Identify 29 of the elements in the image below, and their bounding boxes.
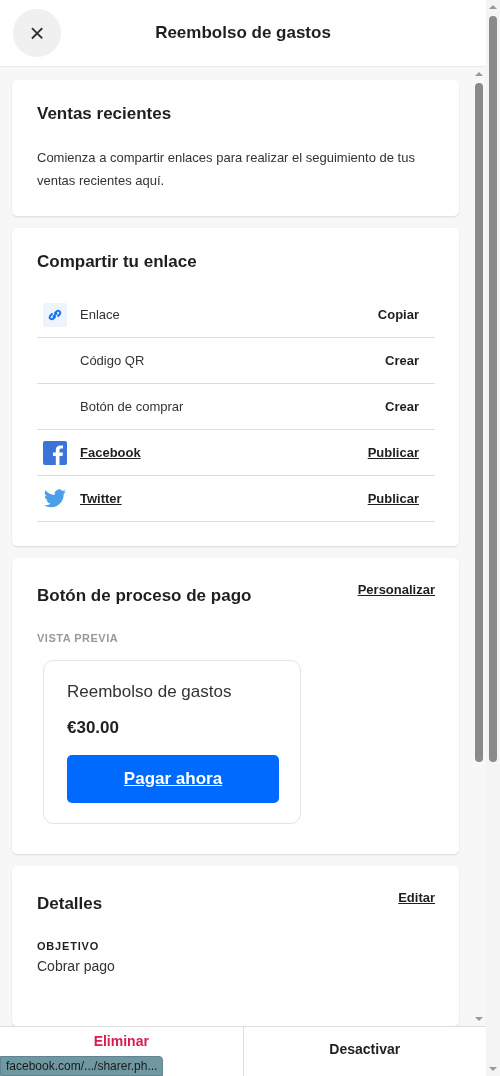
card-title: Botón de proceso de pago <box>37 586 252 606</box>
price: €30.00 <box>67 718 120 738</box>
row-action-link[interactable]: Crear <box>385 399 419 414</box>
row-action-link[interactable]: Publicar <box>367 445 419 460</box>
field-label: OBJETIVO <box>37 940 101 952</box>
edit-link[interactable]: Editar <box>398 890 435 905</box>
row-action-link[interactable]: Publicar <box>367 491 419 506</box>
card-title: Ventas recientes <box>37 104 173 124</box>
row-action-link[interactable]: Copiar <box>377 307 419 322</box>
scrollbar[interactable] <box>486 0 500 1076</box>
customize-link[interactable]: Personalizar <box>357 582 435 597</box>
facebook-icon <box>43 440 67 465</box>
link-icon <box>43 302 67 327</box>
share-link[interactable]: Twitter <box>80 491 368 506</box>
status-tooltip: facebook.com/.../sharer.ph... <box>0 1056 164 1076</box>
row-label: Enlace <box>80 307 121 322</box>
product-title: Reembolso de gastos <box>67 682 233 702</box>
card-description: Comienza a compartir enlaces para realizar el seguimiento de tus ventas recientes aquí. <box>37 149 416 190</box>
pay-button[interactable]: Pagar ahora <box>67 755 279 803</box>
row-action-link[interactable]: Crear <box>385 353 419 368</box>
row-label: Código QR <box>80 353 146 368</box>
field-value: Cobrar pago <box>37 958 116 974</box>
card-title: Compartir tu enlace <box>37 252 198 272</box>
close-button[interactable]: × <box>13 9 61 57</box>
preview-label: VISTA PREVIA <box>37 632 120 644</box>
window-title: Reembolso de gastos <box>154 23 332 43</box>
share-link[interactable]: Facebook <box>80 445 368 460</box>
row-label: Botón de comprar <box>80 399 185 414</box>
card-title: Detalles <box>37 894 103 914</box>
